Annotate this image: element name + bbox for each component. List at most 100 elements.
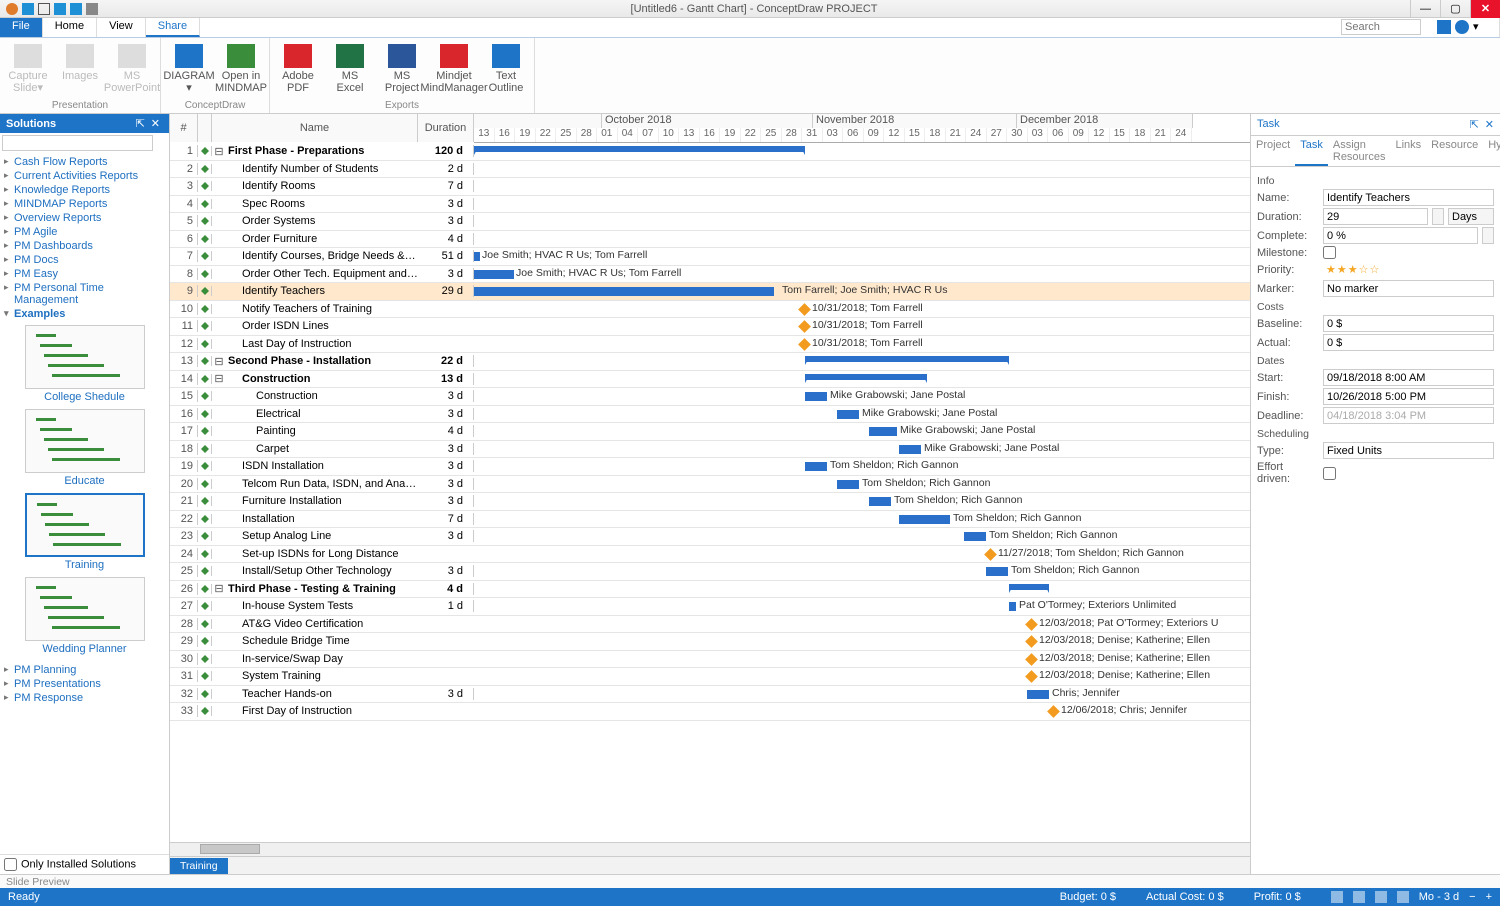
solution-item[interactable]: Knowledge Reports <box>4 183 165 197</box>
gantt-row[interactable]: 20Telcom Run Data, ISDN, and Analog Line… <box>170 476 1250 494</box>
zoom-in-icon[interactable]: + <box>1486 891 1492 903</box>
field-actual[interactable]: 0 $ <box>1323 334 1494 351</box>
expand-toggle[interactable]: ⊟ <box>212 582 226 595</box>
field-baseline[interactable]: 0 $ <box>1323 315 1494 332</box>
thumb-educate[interactable] <box>25 409 145 473</box>
status-zoom[interactable]: Mo - 3 d <box>1419 891 1459 903</box>
ribbon-mm-button[interactable]: Open in MINDMAP <box>219 44 263 94</box>
thumb-wedding-planner[interactable] <box>25 577 145 641</box>
solution-item[interactable]: PM Presentations <box>4 677 165 691</box>
qat-redo-icon[interactable] <box>86 3 98 15</box>
ribbon-collapse-icon[interactable]: ▾ <box>1473 20 1487 34</box>
task-tab-links[interactable]: Links <box>1390 136 1426 166</box>
zoom-out-icon[interactable]: − <box>1469 891 1475 903</box>
tab-file[interactable]: File <box>0 18 43 37</box>
gantt-row[interactable]: 12Last Day of Instruction10/31/2018; Tom… <box>170 336 1250 354</box>
solution-item[interactable]: PM Agile <box>4 225 165 239</box>
gantt-row[interactable]: 14⊟Construction13 d <box>170 371 1250 389</box>
ribbon-mpp-button[interactable]: MS Project <box>380 44 424 94</box>
solution-item[interactable]: PM Dashboards <box>4 239 165 253</box>
field-priority[interactable]: ★★★☆☆ <box>1323 261 1494 278</box>
gantt-row[interactable]: 1⊟First Phase - Preparations120 d <box>170 143 1250 161</box>
gantt-row[interactable]: 24Set-up ISDNs for Long Distance11/27/20… <box>170 546 1250 564</box>
solution-item[interactable]: PM Response <box>4 691 165 705</box>
gantt-row[interactable]: 31System Training12/03/2018; Denise; Kat… <box>170 668 1250 686</box>
gantt-row[interactable]: 29Schedule Bridge Time12/03/2018; Denise… <box>170 633 1250 651</box>
task-tab-task[interactable]: Task <box>1295 136 1328 166</box>
field-name[interactable]: Identify Teachers <box>1323 189 1494 206</box>
tab-share[interactable]: Share <box>146 18 200 37</box>
ribbon-pdf-button[interactable]: Adobe PDF <box>276 44 320 94</box>
field-type[interactable]: Fixed Units <box>1323 442 1494 459</box>
gantt-row[interactable]: 28AT&G Video Certification12/03/2018; Pa… <box>170 616 1250 634</box>
gantt-row[interactable]: 8Order Other Tech. Equipment and Supplie… <box>170 266 1250 284</box>
col-number[interactable]: # <box>170 114 198 142</box>
gantt-row[interactable]: 17Painting4 dMike Grabowski; Jane Postal <box>170 423 1250 441</box>
minimize-button[interactable]: — <box>1410 0 1440 18</box>
field-marker[interactable]: No marker <box>1323 280 1494 297</box>
ribbon-xls-button[interactable]: MS Excel <box>328 44 372 94</box>
solution-item[interactable]: PM Docs <box>4 253 165 267</box>
col-name[interactable]: Name <box>212 114 418 142</box>
task-tab-project[interactable]: Project <box>1251 136 1295 166</box>
maximize-button[interactable]: ▢ <box>1440 0 1470 18</box>
task-panel-pin-icon[interactable]: ⇱ <box>1470 118 1479 131</box>
tab-view[interactable]: View <box>97 18 146 37</box>
gantt-row[interactable]: 10Notify Teachers of Training10/31/2018;… <box>170 301 1250 319</box>
home-icon[interactable] <box>1437 20 1451 34</box>
ribbon-mj-button[interactable]: Mindjet MindManager <box>432 44 476 94</box>
gantt-row[interactable]: 2Identify Number of Students2 d <box>170 161 1250 179</box>
gantt-row[interactable]: 21Furniture Installation3 dTom Sheldon; … <box>170 493 1250 511</box>
sheet-tab-training[interactable]: Training <box>170 858 228 874</box>
gantt-row[interactable]: 22Installation7 dTom Sheldon; Rich Ganno… <box>170 511 1250 529</box>
qat-undo-icon[interactable] <box>70 3 82 15</box>
qat-new-icon[interactable] <box>22 3 34 15</box>
gantt-row[interactable]: 13⊟Second Phase - Installation22 d <box>170 353 1250 371</box>
thumb-training[interactable] <box>25 493 145 557</box>
gantt-rows[interactable]: 1⊟First Phase - Preparations120 d2Identi… <box>170 143 1250 842</box>
solution-item[interactable]: MINDMAP Reports <box>4 197 165 211</box>
field-complete[interactable]: 0 % <box>1323 227 1478 244</box>
gantt-row[interactable]: 7Identify Courses, Bridge Needs & Other … <box>170 248 1250 266</box>
col-duration[interactable]: Duration <box>418 114 474 142</box>
duration-unit[interactable]: Days <box>1448 208 1494 225</box>
milestone-checkbox[interactable] <box>1323 246 1336 259</box>
gantt-row[interactable]: 9Identify Teachers29 dTom Farrell; Joe S… <box>170 283 1250 301</box>
only-installed-checkbox[interactable]: Only Installed Solutions <box>0 854 169 874</box>
view-icon-2[interactable] <box>1353 891 1365 903</box>
thumb-college-shedule[interactable] <box>25 325 145 389</box>
field-duration[interactable]: 29 <box>1323 208 1428 225</box>
solution-item[interactable]: Current Activities Reports <box>4 169 165 183</box>
gantt-row[interactable]: 6Order Furniture4 d <box>170 231 1250 249</box>
task-tab-assign-resources[interactable]: Assign Resources <box>1328 136 1391 166</box>
help-icon[interactable] <box>1455 20 1469 34</box>
effort-driven-checkbox[interactable] <box>1323 467 1336 480</box>
view-icon-3[interactable] <box>1375 891 1387 903</box>
solution-examples[interactable]: Examples <box>4 307 165 321</box>
gantt-row[interactable]: 23Setup Analog Line3 dTom Sheldon; Rich … <box>170 528 1250 546</box>
expand-toggle[interactable]: ⊟ <box>212 372 226 385</box>
qat-save-icon[interactable] <box>54 3 66 15</box>
qat-open-icon[interactable] <box>38 3 50 15</box>
solutions-pin-icon[interactable]: ⇱ <box>133 117 148 130</box>
qat-icon-1[interactable] <box>6 3 18 15</box>
gantt-row[interactable]: 27In-house System Tests1 dPat O'Tormey; … <box>170 598 1250 616</box>
task-tab-hypernote[interactable]: Hypernote <box>1483 136 1500 166</box>
gantt-row[interactable]: 4Spec Rooms3 d <box>170 196 1250 214</box>
gantt-row[interactable]: 3Identify Rooms7 d <box>170 178 1250 196</box>
gantt-row[interactable]: 32Teacher Hands-on3 dChris; Jennifer <box>170 686 1250 704</box>
field-start[interactable]: 09/18/2018 8:00 AM <box>1323 369 1494 386</box>
solutions-filter-input[interactable] <box>2 135 153 151</box>
task-tab-resource[interactable]: Resource <box>1426 136 1483 166</box>
gantt-row[interactable]: 19ISDN Installation3 dTom Sheldon; Rich … <box>170 458 1250 476</box>
ribbon-diag-button[interactable]: DIAGRAM ▾ <box>167 44 211 94</box>
tab-home[interactable]: Home <box>43 18 97 37</box>
gantt-row[interactable]: 18Carpet3 dMike Grabowski; Jane Postal <box>170 441 1250 459</box>
view-icon-4[interactable] <box>1397 891 1409 903</box>
gantt-row[interactable]: 5Order Systems3 d <box>170 213 1250 231</box>
solution-item[interactable]: PM Planning <box>4 663 165 677</box>
slide-preview-bar[interactable]: Slide Preview <box>0 874 1500 888</box>
complete-spinner[interactable] <box>1482 227 1494 244</box>
solutions-close-icon[interactable]: ✕ <box>148 117 163 130</box>
search-input[interactable] <box>1341 19 1421 35</box>
